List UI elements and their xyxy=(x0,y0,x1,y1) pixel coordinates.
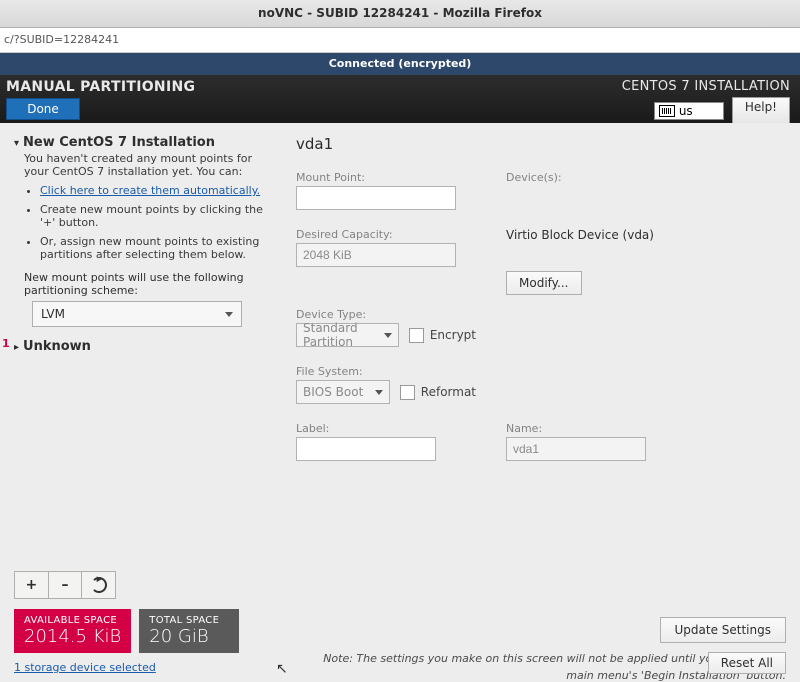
filesystem-value: BIOS Boot xyxy=(303,385,363,399)
reformat-label: Reformat xyxy=(421,385,476,399)
filesystem-select[interactable]: BIOS Boot xyxy=(296,380,390,404)
url-bar[interactable]: c/?SUBID=12284241 xyxy=(0,28,800,53)
intro-text: You haven't created any mount points for… xyxy=(24,152,276,178)
devices-value: Virtio Block Device (vda) xyxy=(506,228,786,242)
storage-devices-link[interactable]: 1 storage device selected xyxy=(14,661,276,674)
help-button[interactable]: Help! xyxy=(732,97,790,125)
auto-create-link[interactable]: Click here to create them automatically. xyxy=(40,184,260,197)
chevron-down-icon xyxy=(384,333,392,338)
keyboard-layout-value: us xyxy=(679,104,693,118)
partition-name-title: vda1 xyxy=(296,135,786,153)
accordion-unknown-label: Unknown xyxy=(23,339,91,354)
add-partition-button[interactable]: + xyxy=(15,572,49,598)
available-space-label: AVAILABLE SPACE xyxy=(24,615,121,626)
refresh-icon xyxy=(91,577,107,593)
partition-scheme-value: LVM xyxy=(41,307,65,321)
encrypt-checkbox[interactable] xyxy=(409,328,424,343)
name-input[interactable] xyxy=(506,437,646,461)
keyboard-icon xyxy=(659,105,675,117)
filesystem-label: File System: xyxy=(296,365,476,378)
partition-toolbar: + – xyxy=(14,571,116,599)
modify-devices-button[interactable]: Modify... xyxy=(506,271,582,295)
remove-partition-button[interactable]: – xyxy=(49,572,83,598)
reset-all-button[interactable]: Reset All xyxy=(708,652,786,674)
label-input[interactable] xyxy=(296,437,436,461)
install-product-title: CENTOS 7 INSTALLATION xyxy=(622,79,790,94)
total-space-box: TOTAL SPACE 20 GiB xyxy=(139,609,239,653)
encrypt-label: Encrypt xyxy=(430,328,476,342)
accordion-unknown[interactable]: 1 Unknown xyxy=(14,339,276,354)
chevron-down-icon xyxy=(375,390,383,395)
accordion-new-install[interactable]: New CentOS 7 Installation xyxy=(14,135,276,150)
keyboard-layout-selector[interactable]: us xyxy=(654,102,724,120)
reload-partitions-button[interactable] xyxy=(82,572,115,598)
scheme-note: New mount points will use the following … xyxy=(24,271,276,297)
label-field-label: Label: xyxy=(296,422,476,435)
name-field-label: Name: xyxy=(506,422,786,435)
window-titlebar: noVNC - SUBID 12284241 - Mozilla Firefox xyxy=(0,0,800,28)
done-button[interactable]: Done xyxy=(6,98,80,120)
bullet-plus: Create new mount points by clicking the … xyxy=(40,203,276,229)
chevron-down-icon xyxy=(225,312,233,317)
mount-point-label: Mount Point: xyxy=(296,171,476,184)
devices-label: Device(s): xyxy=(506,171,786,184)
warning-count-badge: 1 xyxy=(2,337,10,350)
update-settings-button[interactable]: Update Settings xyxy=(660,617,787,643)
available-space-value: 2014.5 KiB xyxy=(24,626,121,647)
reformat-checkbox[interactable] xyxy=(400,385,415,400)
mount-point-input[interactable] xyxy=(296,186,456,210)
partition-scheme-select[interactable]: LVM xyxy=(32,301,242,327)
bullet-assign: Or, assign new mount points to existing … xyxy=(40,235,276,261)
device-type-value: Standard Partition xyxy=(303,321,384,349)
triangle-right-icon xyxy=(14,339,19,354)
accordion-new-install-label: New CentOS 7 Installation xyxy=(23,135,215,150)
device-type-select[interactable]: Standard Partition xyxy=(296,323,399,347)
total-space-value: 20 GiB xyxy=(149,626,229,647)
triangle-down-icon xyxy=(14,135,19,150)
page-title: MANUAL PARTITIONING xyxy=(6,79,195,95)
available-space-box: AVAILABLE SPACE 2014.5 KiB xyxy=(14,609,131,653)
desired-capacity-input[interactable] xyxy=(296,243,456,267)
device-type-label: Device Type: xyxy=(296,308,476,321)
desired-capacity-label: Desired Capacity: xyxy=(296,228,476,241)
vnc-status-bar: Connected (encrypted) xyxy=(0,53,800,75)
total-space-label: TOTAL SPACE xyxy=(149,615,229,626)
installer-header: MANUAL PARTITIONING Done CENTOS 7 INSTAL… xyxy=(0,75,800,123)
